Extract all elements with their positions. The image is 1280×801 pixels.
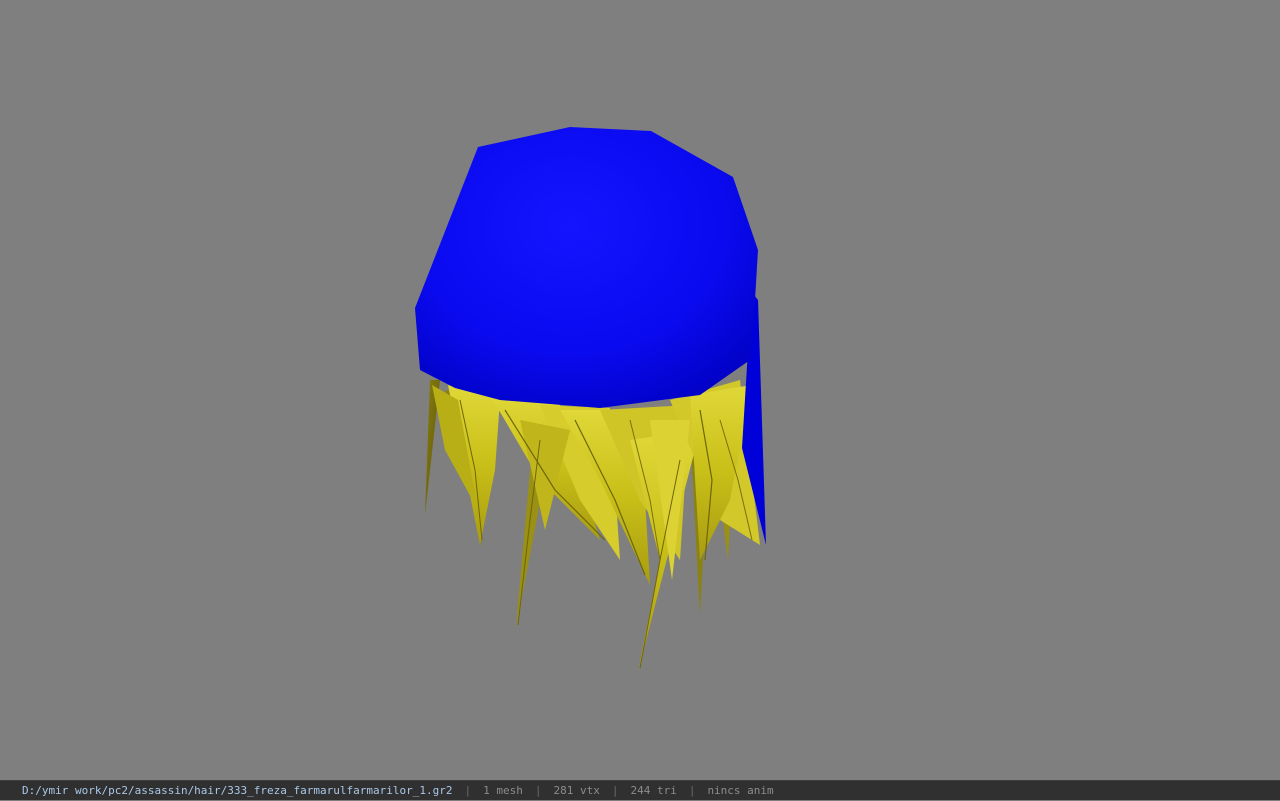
triangle-count-label: 244 tri bbox=[630, 784, 677, 797]
vertex-count-label: 281 vtx bbox=[553, 784, 600, 797]
3d-viewport[interactable] bbox=[0, 0, 1280, 780]
file-path-label: D:/ymir work/pc2/assassin/hair/333_freza… bbox=[22, 784, 453, 797]
hair-model-render bbox=[415, 127, 766, 672]
separator: | bbox=[534, 784, 542, 797]
cap-mesh bbox=[415, 127, 758, 408]
separator: | bbox=[464, 784, 472, 797]
status-bar: D:/ymir work/pc2/assassin/hair/333_freza… bbox=[0, 780, 1280, 800]
mesh-count-label: 1 mesh bbox=[483, 784, 523, 797]
separator: | bbox=[688, 784, 696, 797]
separator: | bbox=[611, 784, 619, 797]
animation-status-label: nincs anim bbox=[707, 784, 774, 797]
hair-strands-front bbox=[432, 380, 760, 672]
